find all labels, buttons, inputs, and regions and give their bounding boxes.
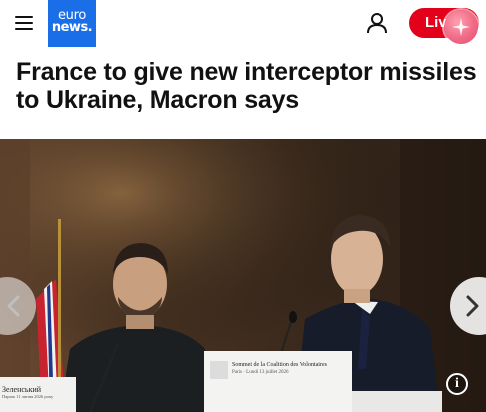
chevron-left-icon (7, 295, 20, 317)
article-photo: Зеленський Париж 11 липня 2026 року Somm… (0, 139, 486, 412)
site-header: euro news. Live (0, 0, 486, 47)
chevron-right-icon (466, 295, 479, 317)
translate-assistant-icon[interactable] (444, 10, 478, 44)
lectern-right-title: Sommet de la Coalition des Volontaires (232, 362, 327, 368)
lectern-sign-right: Sommet de la Coalition des Volontaires P… (232, 362, 350, 376)
hamburger-menu-icon[interactable] (15, 16, 33, 31)
lectern-left-name: Зеленський (2, 385, 42, 394)
lectern-left-subtitle: Париж 11 липня 2026 року (2, 394, 54, 399)
info-icon[interactable]: i (446, 373, 468, 395)
logo-line-2: news. (51, 20, 93, 35)
article-headline: France to give new interceptor missiles … (16, 58, 477, 114)
info-icon-glyph: i (455, 376, 459, 391)
user-icon[interactable] (366, 12, 388, 34)
lectern-right-subtitle: Paris · Lundi 13 juillet 2026 (232, 370, 289, 375)
euronews-logo[interactable]: euro news. (48, 0, 96, 47)
lectern-sign-left: Зеленський Париж 11 липня 2026 року (2, 385, 72, 400)
sparkle-icon (452, 18, 470, 36)
